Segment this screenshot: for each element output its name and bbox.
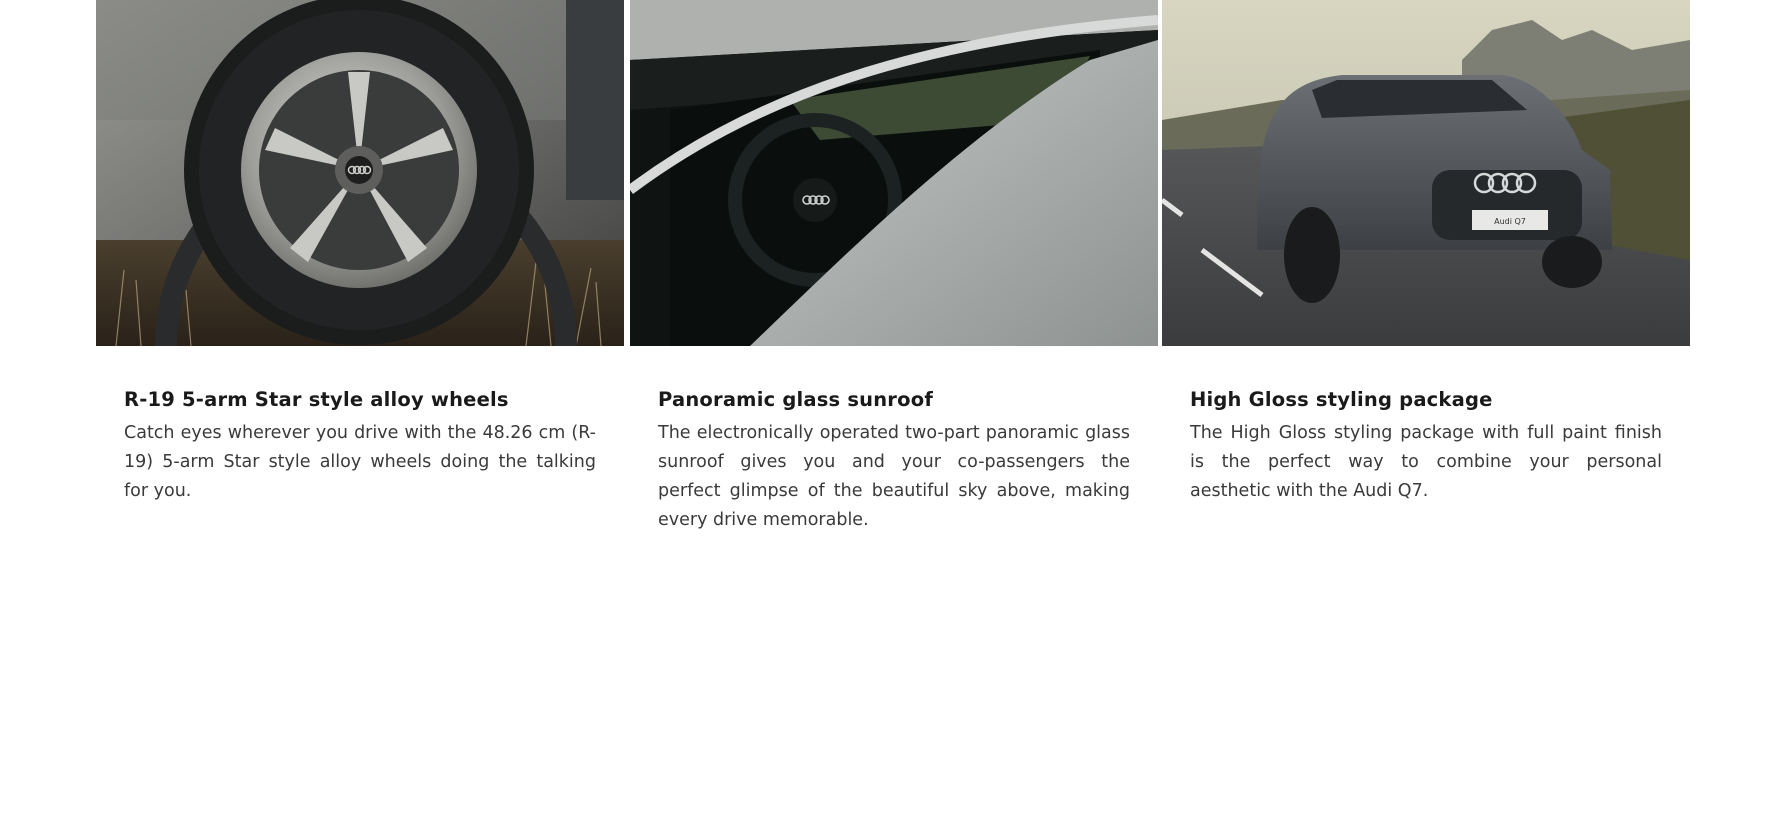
- feature-text: R-19 5-arm Star style alloy wheels Catch…: [96, 346, 624, 506]
- feature-text: High Gloss styling package The High Glos…: [1162, 346, 1690, 506]
- panoramic-sunroof-image: [630, 0, 1158, 346]
- license-plate-text: Audi Q7: [1494, 217, 1526, 226]
- feature-description: The High Gloss styling package with full…: [1190, 423, 1662, 502]
- feature-title: Panoramic glass sunroof: [658, 388, 934, 411]
- car-on-road-image: Audi Q7: [1162, 0, 1690, 346]
- feature-card-alloy-wheels: R-19 5-arm Star style alloy wheels Catch…: [96, 0, 624, 506]
- feature-title: High Gloss styling package: [1190, 388, 1493, 411]
- feature-description: Catch eyes wherever you drive with the 4…: [124, 423, 596, 502]
- feature-title: R-19 5-arm Star style alloy wheels: [124, 388, 509, 411]
- feature-description: The electronically operated two-part pan…: [658, 423, 1130, 531]
- feature-card-high-gloss: Audi Q7 High Gloss styling package The H…: [1162, 0, 1690, 506]
- feature-text: Panoramic glass sunroof The electronical…: [630, 346, 1158, 535]
- alloy-wheel-image: [96, 0, 624, 346]
- feature-row: R-19 5-arm Star style alloy wheels Catch…: [96, 0, 1690, 600]
- feature-card-panoramic-sunroof: Panoramic glass sunroof The electronical…: [630, 0, 1158, 535]
